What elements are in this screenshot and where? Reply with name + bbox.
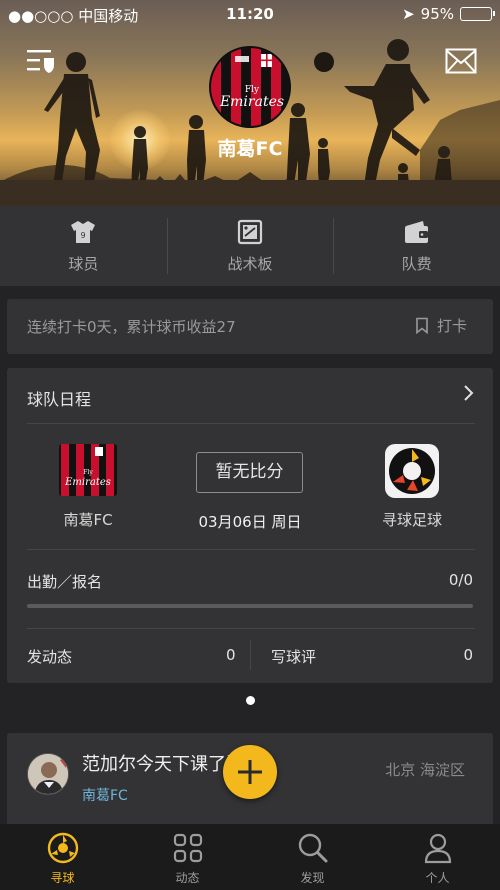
away-team-name: 寻球足球: [381, 511, 442, 529]
page-dot-active: [245, 696, 255, 705]
tab-xunqiu-label: 寻球: [50, 871, 75, 885]
ball-logo-icon: [47, 832, 78, 864]
divider: [27, 628, 475, 629]
add-post-button[interactable]: [223, 745, 277, 799]
tab-bar: 寻球 动态 发现 个人: [0, 824, 500, 890]
nav-tactics-label: 战术板: [227, 254, 273, 273]
nav-tactics[interactable]: 战术板: [166, 206, 334, 286]
feed-location: 北京 海淀区: [385, 761, 465, 779]
envelope-icon: [445, 48, 477, 74]
tab-feed-label: 动态: [175, 871, 200, 885]
beach-ground: [0, 180, 500, 206]
grid-icon: [173, 833, 202, 863]
nav-players-label: 球员: [68, 254, 99, 273]
svg-text:9: 9: [81, 231, 86, 240]
battery-percent: 95%: [420, 5, 454, 23]
tab-discover-label: 发现: [300, 871, 325, 885]
post-update-label[interactable]: 发动态: [27, 646, 72, 667]
menu-button[interactable]: [26, 47, 56, 75]
away-team-logo[interactable]: [385, 444, 439, 498]
home-logo-brand: Emirates: [64, 477, 111, 488]
nav-fees[interactable]: 队费: [333, 206, 500, 286]
divider: [250, 640, 251, 670]
menu-shield-icon: [27, 50, 54, 73]
status-bar: ●●○○○ 中国移动 11:20 ➤ 95%: [0, 0, 500, 28]
divider: [27, 549, 475, 550]
nav-fees-label: 队费: [401, 254, 432, 273]
attendance-value: 0/0: [448, 571, 473, 589]
checkin-bar: 连续打卡0天，累计球币收益27 打卡: [7, 299, 493, 354]
avatar[interactable]: [27, 753, 69, 795]
checkin-button-label: 打卡: [436, 317, 467, 335]
checkin-button[interactable]: 打卡: [415, 315, 467, 336]
write-review-count: 0: [463, 646, 473, 664]
status-right: ➤ 95%: [402, 5, 495, 23]
team-logo[interactable]: Fly Emirates: [209, 46, 291, 128]
jersey-icon: 9: [71, 220, 96, 243]
schedule-card: 球队日程 Fly Emirates 南葛FC 暂无比分 03月06日 周日 寻球…: [7, 368, 493, 683]
tab-profile-label: 个人: [425, 871, 450, 885]
feed-team-link[interactable]: 南葛FC: [82, 785, 128, 805]
tactics-board-icon: [237, 219, 263, 244]
score-button[interactable]: 暂无比分: [196, 452, 303, 493]
mail-button[interactable]: [445, 48, 477, 74]
schedule-title: 球队日程: [27, 390, 92, 409]
xunqiu-logo-icon: [389, 448, 435, 494]
page-indicator: [0, 696, 500, 705]
tab-feed[interactable]: 动态: [125, 824, 250, 890]
battery-icon: [460, 7, 495, 21]
schedule-more-button[interactable]: [463, 384, 475, 406]
person-icon: [424, 833, 451, 864]
chevron-right-icon: [464, 385, 474, 401]
divider: [27, 423, 475, 424]
checkin-summary: 连续打卡0天，累计球币收益27: [27, 318, 236, 336]
search-icon: [298, 833, 327, 863]
match-date: 03月06日 周日: [198, 513, 302, 531]
logo-brand-text: Emirates: [219, 94, 284, 110]
avatar-image: [28, 754, 68, 794]
home-logo-fly: Fly: [83, 469, 93, 476]
plus-icon: [238, 760, 262, 784]
tab-xunqiu[interactable]: 寻球: [0, 824, 125, 890]
post-update-count: 0: [226, 646, 236, 664]
home-team-name: 南葛FC: [63, 511, 113, 529]
home-team-logo[interactable]: Fly Emirates: [59, 444, 117, 496]
home-jersey-logo: Fly Emirates: [59, 444, 117, 496]
tab-discover[interactable]: 发现: [250, 824, 375, 890]
team-nav: 9 球员 战术板 队费: [0, 206, 500, 286]
location-arrow-icon: ➤: [402, 5, 415, 23]
attendance-progress: [27, 604, 473, 608]
tab-profile[interactable]: 个人: [375, 824, 500, 890]
wallet-icon: [404, 220, 428, 243]
bookmark-icon: [416, 317, 428, 334]
write-review-label[interactable]: 写球评: [271, 646, 316, 667]
nav-players[interactable]: 9 球员: [0, 206, 167, 286]
attendance-label: 出勤／报名: [27, 573, 103, 591]
team-name: 南葛FC: [217, 138, 283, 160]
